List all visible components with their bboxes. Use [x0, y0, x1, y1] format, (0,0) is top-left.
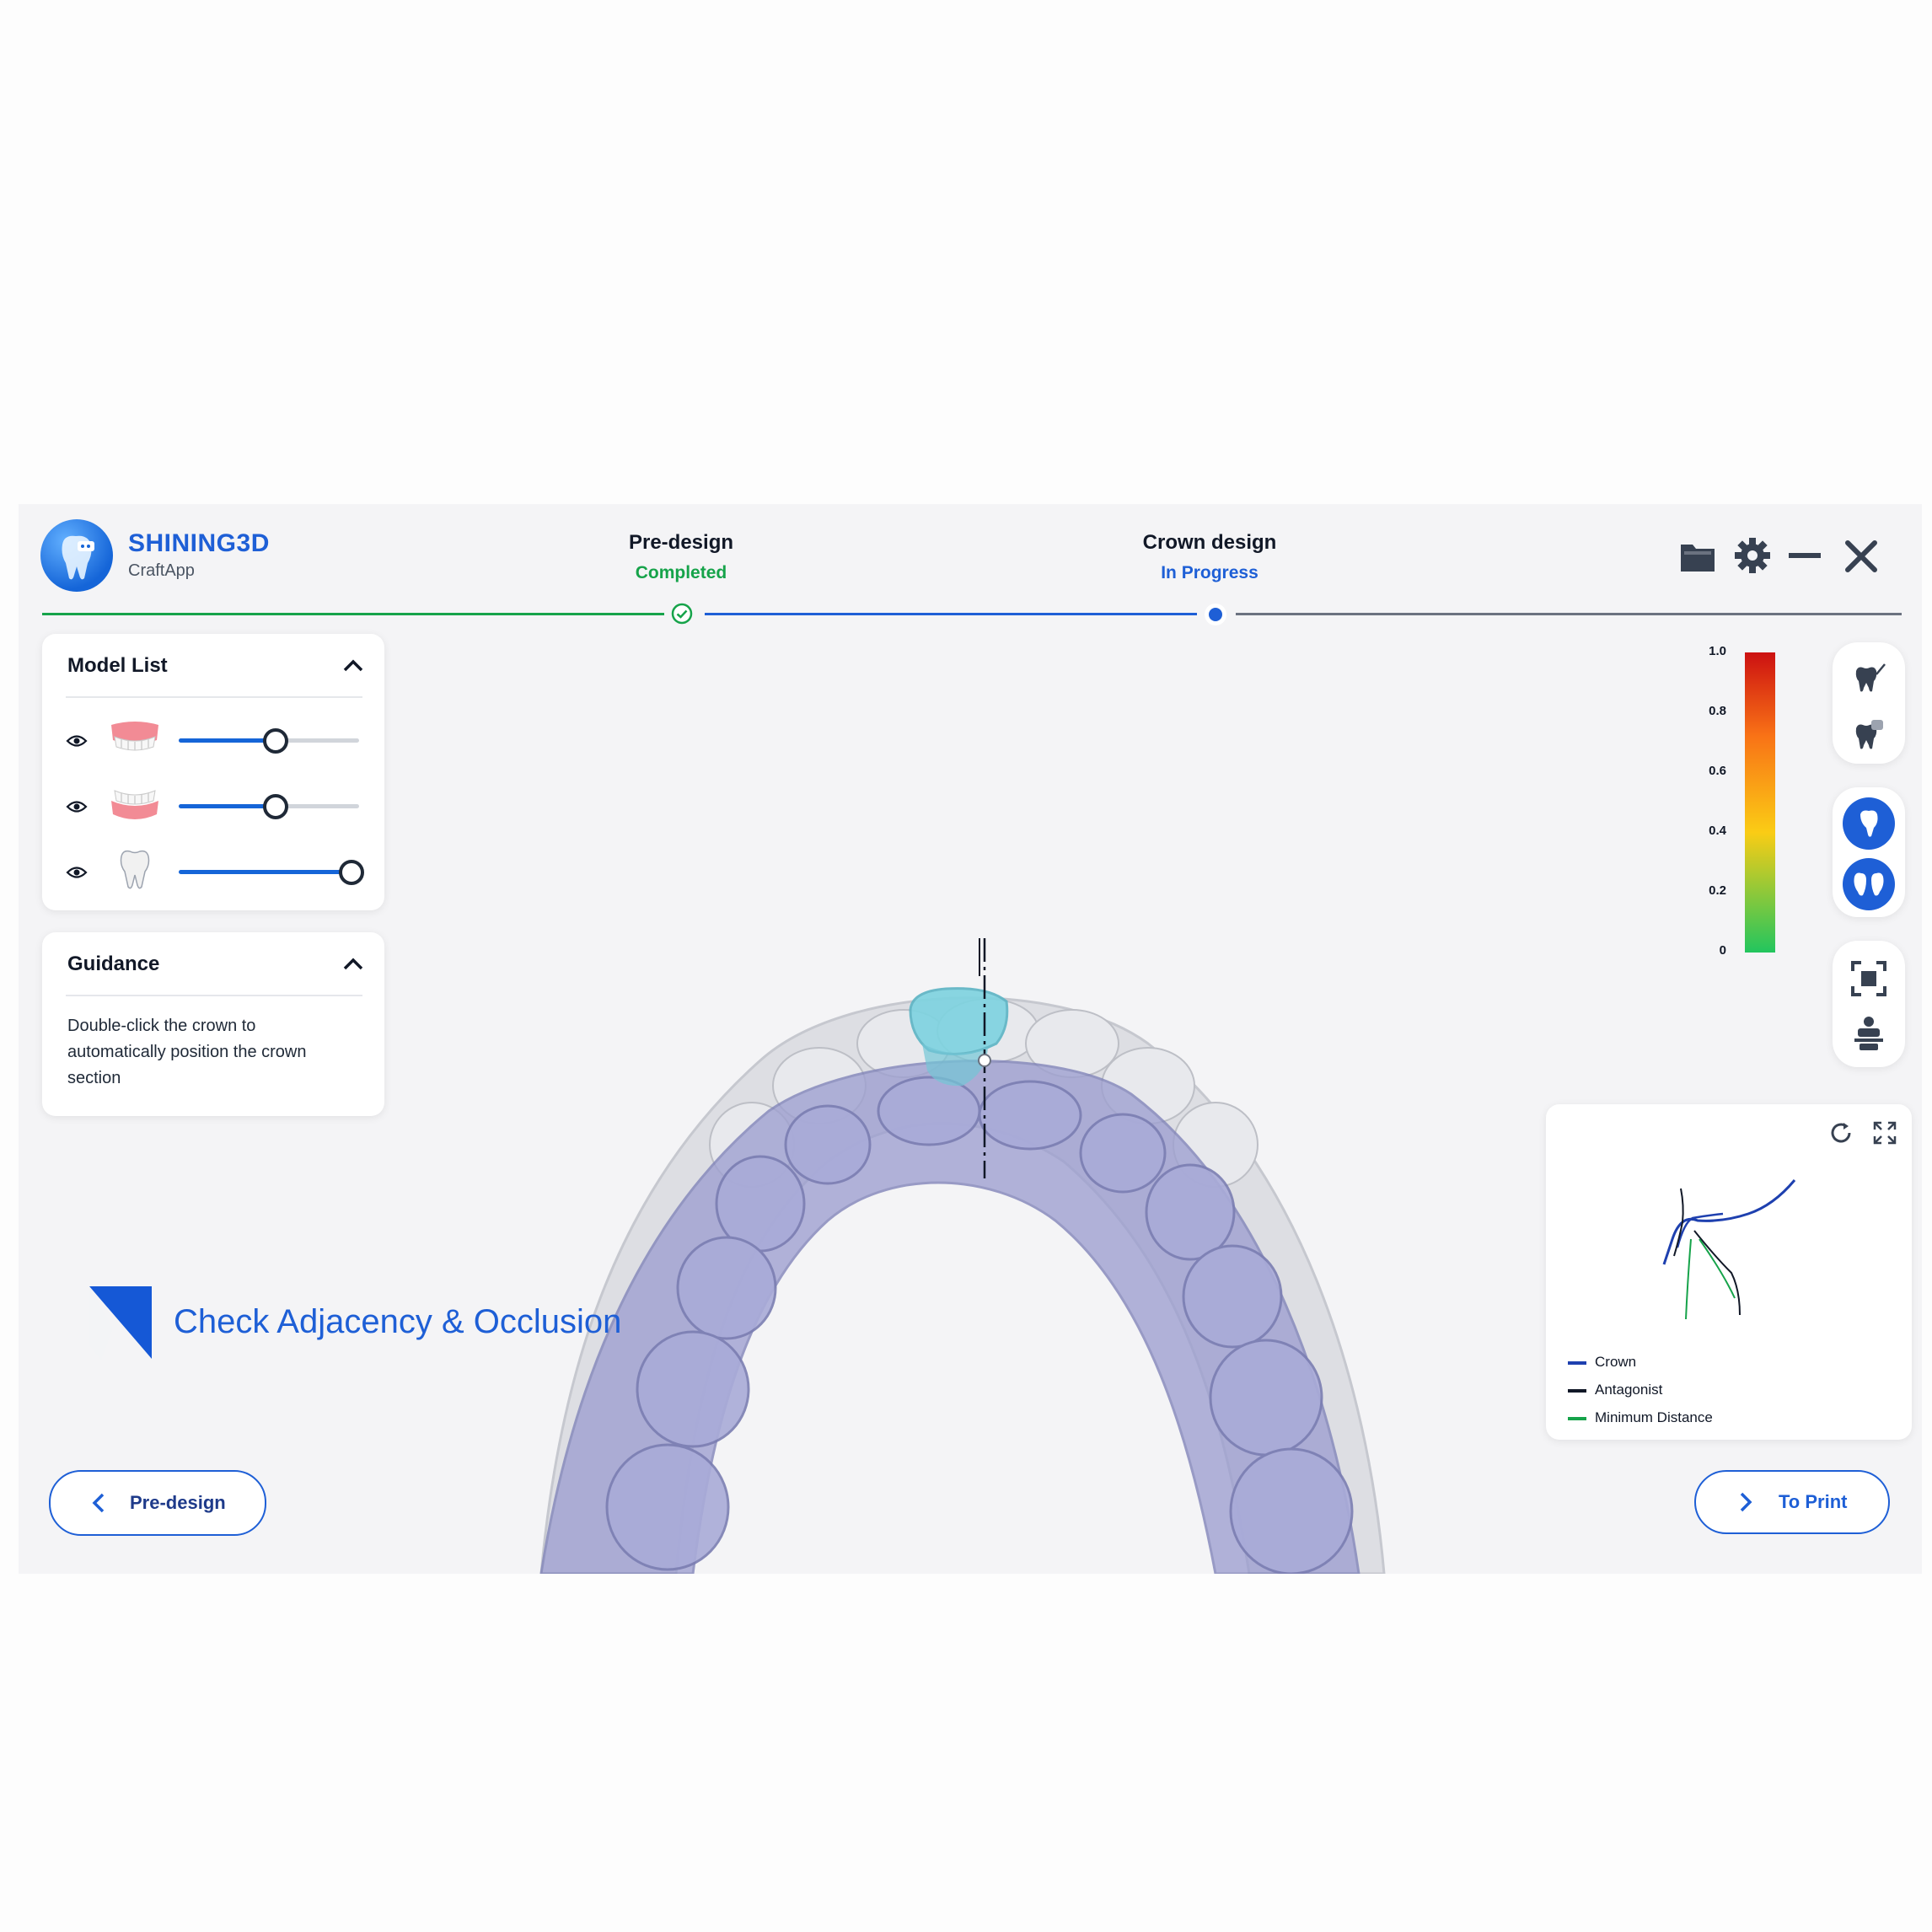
legend-swatch-crown — [1568, 1361, 1586, 1365]
check-adjacency-title: Check Adjacency & Occlusion — [174, 1303, 622, 1340]
tooth-scan-icon[interactable] — [1851, 718, 1886, 752]
chevron-left-icon — [91, 1492, 106, 1514]
back-button-label: Pre-design — [130, 1492, 226, 1513]
section-view-panel: Crown Antagonist Minimum Distance — [1546, 1104, 1912, 1440]
section-curves — [1662, 1179, 1796, 1320]
app-window: SHINING3D CraftApp Pre-design Completed … — [19, 504, 1922, 1574]
scale-tick: 0.2 — [1709, 883, 1726, 898]
scale-tick: 0.4 — [1709, 824, 1726, 838]
occlusal-view-icon[interactable] — [1851, 1015, 1886, 1054]
chevron-right-icon — [1738, 1491, 1753, 1513]
scale-tick: 0.6 — [1709, 764, 1726, 778]
adjacent-teeth-view-icon[interactable] — [1843, 858, 1895, 910]
refresh-icon[interactable] — [1827, 1119, 1854, 1146]
tool-group-view — [1833, 642, 1905, 764]
legend-label-crown: Crown — [1595, 1354, 1637, 1370]
scale-axis — [1728, 652, 1729, 953]
tool-group-display — [1833, 787, 1905, 917]
next-button-label: To Print — [1779, 1491, 1848, 1512]
distance-color-scale — [1745, 652, 1775, 953]
legend-swatch-antagonist — [1568, 1389, 1586, 1393]
back-to-predesign-button[interactable]: Pre-design — [49, 1470, 266, 1536]
legend-label-minimum-distance: Minimum Distance — [1595, 1409, 1713, 1425]
scale-tick: 0.8 — [1709, 704, 1726, 718]
legend-label-antagonist: Antagonist — [1595, 1382, 1663, 1398]
fit-view-icon[interactable] — [1849, 959, 1888, 998]
single-tooth-view-icon[interactable] — [1843, 797, 1895, 850]
scale-tick: 1.0 — [1709, 644, 1726, 658]
legend-swatch-minimum-distance — [1568, 1417, 1586, 1420]
tooth-margin-icon[interactable] — [1851, 661, 1886, 695]
tool-group-camera — [1833, 941, 1905, 1067]
scale-tick: 0 — [1719, 943, 1726, 958]
expand-icon[interactable] — [1871, 1119, 1898, 1146]
check-banner-icon — [89, 1286, 153, 1360]
to-print-button[interactable]: To Print — [1694, 1470, 1890, 1534]
